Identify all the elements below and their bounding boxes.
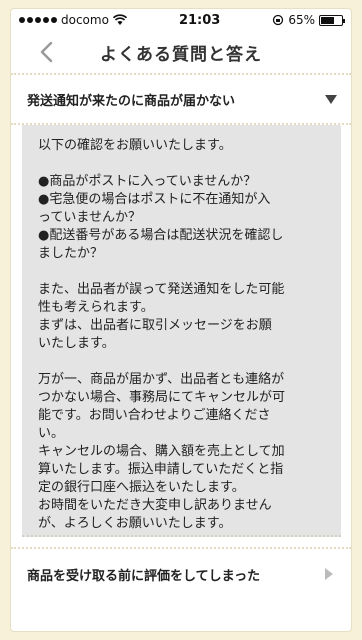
battery-fill	[321, 16, 334, 24]
answer-line: いたします。	[38, 336, 115, 351]
triangle-right-icon	[325, 568, 333, 580]
battery-percent: 65%	[288, 13, 315, 27]
answer-paragraph: 以下の確認をお願いいたします。	[38, 137, 327, 155]
answer-paragraph: 万が一、商品が届かず、出品者とも連絡が つかない場合、事務局にてキャンセルが可 能で…	[38, 371, 327, 533]
signal-strength-icon	[19, 17, 57, 23]
answer-line: キャンセルの場合、購入額を売上として加	[38, 444, 285, 459]
answer-line: 算いたします。振込申請していただくと指	[38, 462, 284, 477]
answer-line: っていませんか？	[38, 210, 141, 225]
back-button[interactable]	[31, 37, 61, 67]
nav-bar: よくある質問と答え	[11, 31, 351, 75]
answer-line: が、よろしくお願いいたします。	[38, 516, 232, 531]
answer-line: 定の銀行口座へ振込をいたします。	[38, 480, 245, 495]
answer-paragraph: ●商品がポストに入っていませんか？ ●宅急便の場合はポストに不在通知が入 っていませ…	[38, 173, 327, 263]
answer-line: ●宅急便の場合はポストに不在通知が入	[38, 192, 271, 207]
answer-line: つかない場合、事務局にてキャンセルが可	[38, 390, 286, 405]
faq-question: 発送通知が来たのに商品が届かない	[27, 93, 236, 109]
answer-paragraph: また、出品者が誤って発送通知をした可能 性も考えられます。まずは、出品者に取引メッ…	[38, 281, 327, 353]
faq-item-collapsed[interactable]: 商品を受け取る前に評価をしてしまった	[11, 547, 351, 599]
rotation-lock-icon	[273, 14, 284, 26]
app-frame: docomo 21:03 65% よくある質問と答え 発送通知が来たのに商品が届…	[10, 8, 352, 632]
status-left: docomo	[19, 13, 127, 27]
answer-line: い。	[38, 426, 65, 441]
faq-answer: 以下の確認をお願いいたします。 ●商品がポストに入っていませんか？ ●宅急便の場合は…	[22, 125, 341, 537]
page-title: よくある質問と答え	[100, 44, 262, 65]
chevron-left-icon	[40, 41, 53, 63]
answer-line: ましたか？	[38, 246, 104, 261]
answer-line: 能です。お問い合わせよりご連絡くださ	[38, 408, 271, 423]
wifi-icon	[112, 14, 127, 25]
triangle-down-icon	[325, 94, 337, 104]
answer-line: 性も考えられます。	[38, 300, 154, 315]
status-right: 65%	[272, 13, 345, 27]
answer-line: まずは、出品者に取引メッセージをお願	[38, 318, 272, 333]
carrier-name: docomo	[61, 13, 109, 27]
answer-line: 万が一、商品が届かず、出品者とも連絡が	[38, 372, 285, 387]
answer-line: ●商品がポストに入っていませんか？	[38, 174, 257, 189]
faq-question-next: 商品を受け取る前に評価をしてしまった	[27, 568, 261, 584]
answer-line: 以下の確認をお願いいたします。	[38, 138, 232, 153]
battery-icon	[319, 14, 345, 26]
faq-item-expanded[interactable]: 発送通知が来たのに商品が届かない	[11, 75, 351, 125]
status-time: 21:03	[178, 12, 221, 28]
answer-line: また、出品者が誤って発送通知をした可能	[38, 282, 285, 297]
answer-line: お時間をいただき大変申し訳ありません	[38, 498, 272, 513]
answer-line: ●配送番号がある場合は配送状況を確認し	[38, 228, 284, 243]
status-bar: docomo 21:03 65%	[11, 9, 351, 31]
